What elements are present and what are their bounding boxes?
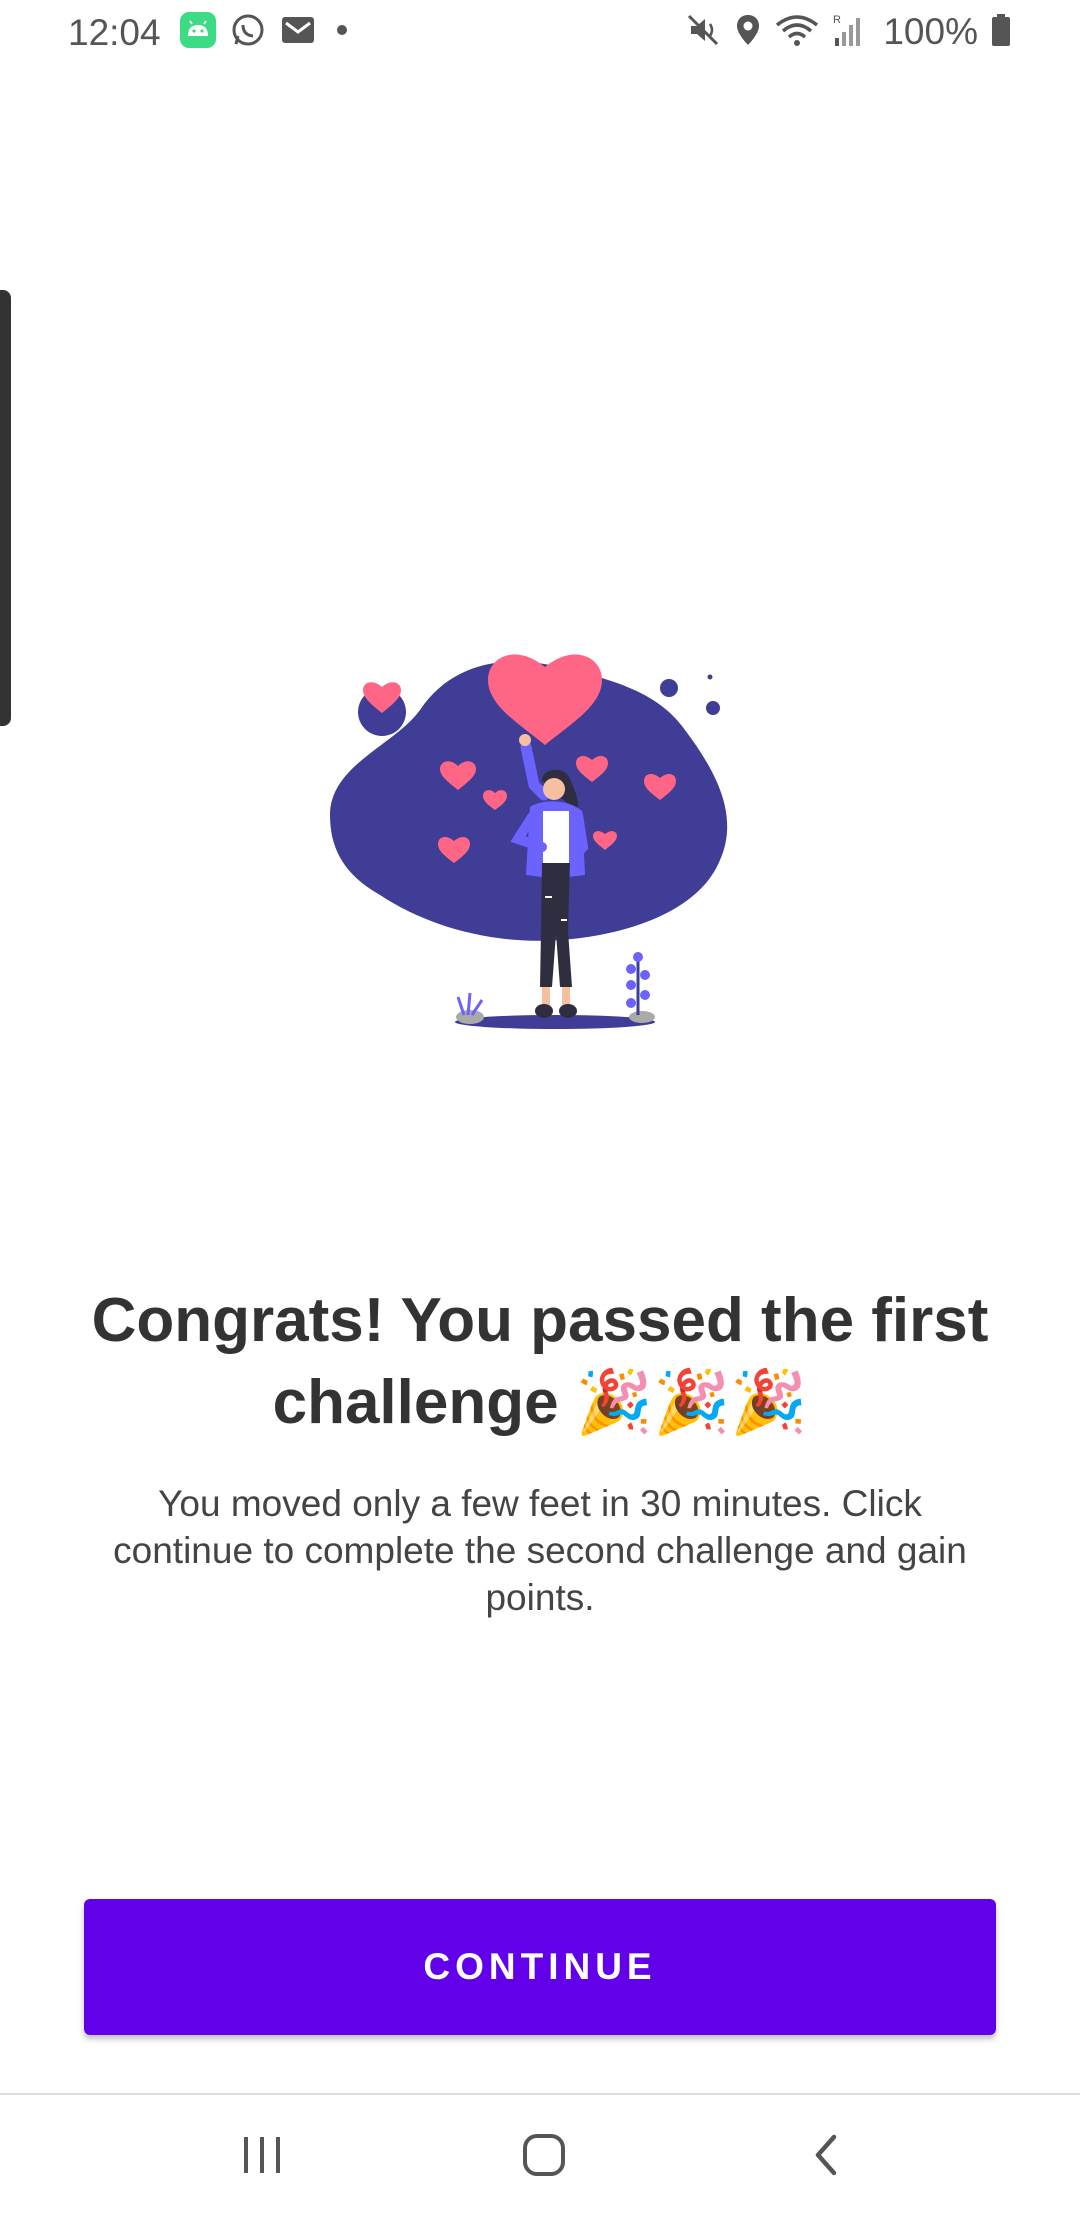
home-button[interactable] — [504, 2125, 584, 2185]
battery-percent: 100% — [883, 11, 978, 52]
recents-button[interactable] — [222, 2125, 302, 2185]
status-time: 12:04 — [68, 12, 161, 53]
congrats-headline: Congrats! You passed the first challenge… — [91, 1286, 989, 1437]
android-icon — [180, 11, 216, 53]
home-icon — [523, 2134, 565, 2176]
svg-text:R: R — [833, 14, 841, 26]
location-icon — [733, 12, 763, 53]
challenge-description: You moved only a few feet in 30 minutes.… — [113, 1483, 967, 1618]
gmail-icon — [280, 15, 316, 50]
decor-dot — [660, 679, 678, 697]
ground-shadow — [455, 1015, 655, 1029]
navigation-bar — [0, 2095, 1080, 2220]
dot-icon — [330, 12, 354, 53]
mute-icon — [685, 12, 721, 53]
recents-icon — [244, 2137, 280, 2173]
back-icon — [815, 2134, 837, 2176]
status-bar: 12:04 R 100% — [0, 0, 1080, 66]
challenge-complete-screen: 12:04 R 100% Congrats! You passed the fi… — [0, 0, 1080, 2220]
decor-dot — [707, 674, 713, 680]
decor-dot — [706, 701, 720, 715]
whatsapp-icon — [230, 12, 266, 53]
continue-button[interactable]: CONTINUE — [84, 1899, 996, 2035]
back-button[interactable] — [786, 2125, 866, 2185]
system-status-icons: R 100% — [685, 11, 1012, 53]
celebration-illustration — [320, 635, 760, 1035]
signal-icon: R — [831, 12, 865, 53]
edge-panel-handle[interactable] — [0, 290, 11, 726]
notification-icons — [180, 11, 354, 53]
battery-icon — [990, 12, 1012, 53]
wifi-icon — [775, 12, 819, 53]
